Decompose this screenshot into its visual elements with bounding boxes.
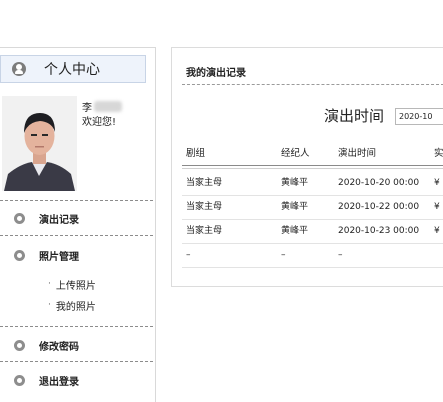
table-row: 当家主母 黄峰平 2020-10-20 00:00 ¥	[182, 172, 443, 196]
sidebar-item-change-password[interactable]: 修改密码	[0, 329, 153, 361]
column-header-time: 演出时间	[338, 148, 377, 159]
divider	[0, 361, 153, 362]
table-cell: 当家主母	[186, 178, 223, 188]
table-cell: 当家主母	[186, 202, 223, 212]
table-cell: –	[186, 250, 191, 260]
sidebar-item-label: 演出记录	[39, 214, 79, 226]
divider	[0, 200, 153, 201]
divider	[182, 84, 443, 85]
wrench-icon	[14, 249, 25, 261]
records-table: 剧组 经纪人 演出时间 实 当家主母 黄峰平 2020-10-20 00:00 …	[182, 143, 443, 268]
user-icon	[14, 212, 25, 224]
table-cell: 当家主母	[186, 226, 223, 236]
bullet-icon: ·	[48, 279, 51, 289]
sidebar-item-label: 照片管理	[39, 251, 79, 263]
table-cell: 黄峰平	[281, 202, 309, 212]
sidebar-header: 个人中心	[0, 55, 146, 83]
table-cell: ¥	[434, 178, 440, 188]
sidebar-item-label: 退出登录	[39, 376, 79, 388]
sidebar-subitem-label: 我的照片	[55, 301, 96, 313]
avatar	[2, 96, 77, 191]
panel-title: 我的演出记录	[186, 68, 246, 79]
table-cell: 2020-10-23 00:00	[338, 226, 420, 236]
sidebar-item-logout[interactable]: 退出登录	[0, 364, 153, 396]
table-row: – – –	[182, 244, 443, 268]
divider	[0, 326, 153, 327]
redacted-name-blur	[94, 101, 122, 112]
table-cell: –	[281, 250, 286, 260]
welcome-text: 欢迎您!	[82, 117, 117, 128]
table-cell: ¥	[434, 226, 440, 236]
sidebar-subitem-label: 上传照片	[55, 280, 96, 292]
sidebar: 个人中心 李 欢迎您! 演出记录 照片管理 · 上传照片 · 我的照片 修改密码…	[0, 47, 156, 402]
table-cell: ¥	[434, 202, 440, 212]
profile-card: 李 欢迎您!	[0, 96, 155, 192]
table-cell: –	[338, 250, 343, 260]
date-filter-input[interactable]: 2020-10	[395, 108, 443, 125]
table-cell: 黄峰平	[281, 178, 309, 188]
divider	[0, 235, 153, 236]
sidebar-subitem-upload-photo[interactable]: · 上传照片	[0, 275, 153, 293]
column-header-crew: 剧组	[186, 148, 206, 159]
sidebar-item-label: 修改密码	[39, 341, 79, 353]
table-cell: 2020-10-22 00:00	[338, 202, 420, 212]
date-filter-label: 演出时间	[324, 107, 385, 125]
table-header-row: 剧组 经纪人 演出时间 实	[182, 143, 443, 169]
sidebar-subitem-my-photos[interactable]: · 我的照片	[0, 296, 153, 314]
exit-icon	[14, 374, 25, 386]
performance-records-panel: 我的演出记录 演出时间 2020-10 剧组 经纪人 演出时间 实 当家主母 黄…	[171, 47, 443, 287]
table-cell: 黄峰平	[281, 226, 309, 236]
sidebar-item-performance-records[interactable]: 演出记录	[0, 202, 153, 234]
profile-name: 李	[82, 99, 122, 114]
bullet-icon: ·	[48, 300, 51, 310]
lock-icon	[14, 339, 25, 351]
table-cell: 2020-10-20 00:00	[338, 178, 420, 188]
profile-name-text: 李	[82, 103, 92, 114]
sidebar-item-photo-management[interactable]: 照片管理	[0, 239, 153, 271]
avatar-photo	[2, 96, 77, 191]
sidebar-title: 个人中心	[44, 62, 100, 78]
user-circle-icon	[12, 62, 26, 76]
column-header-truncated: 实	[434, 148, 443, 159]
column-header-agent: 经纪人	[281, 148, 310, 159]
table-row: 当家主母 黄峰平 2020-10-22 00:00 ¥	[182, 196, 443, 220]
table-row: 当家主母 黄峰平 2020-10-23 00:00 ¥	[182, 220, 443, 244]
